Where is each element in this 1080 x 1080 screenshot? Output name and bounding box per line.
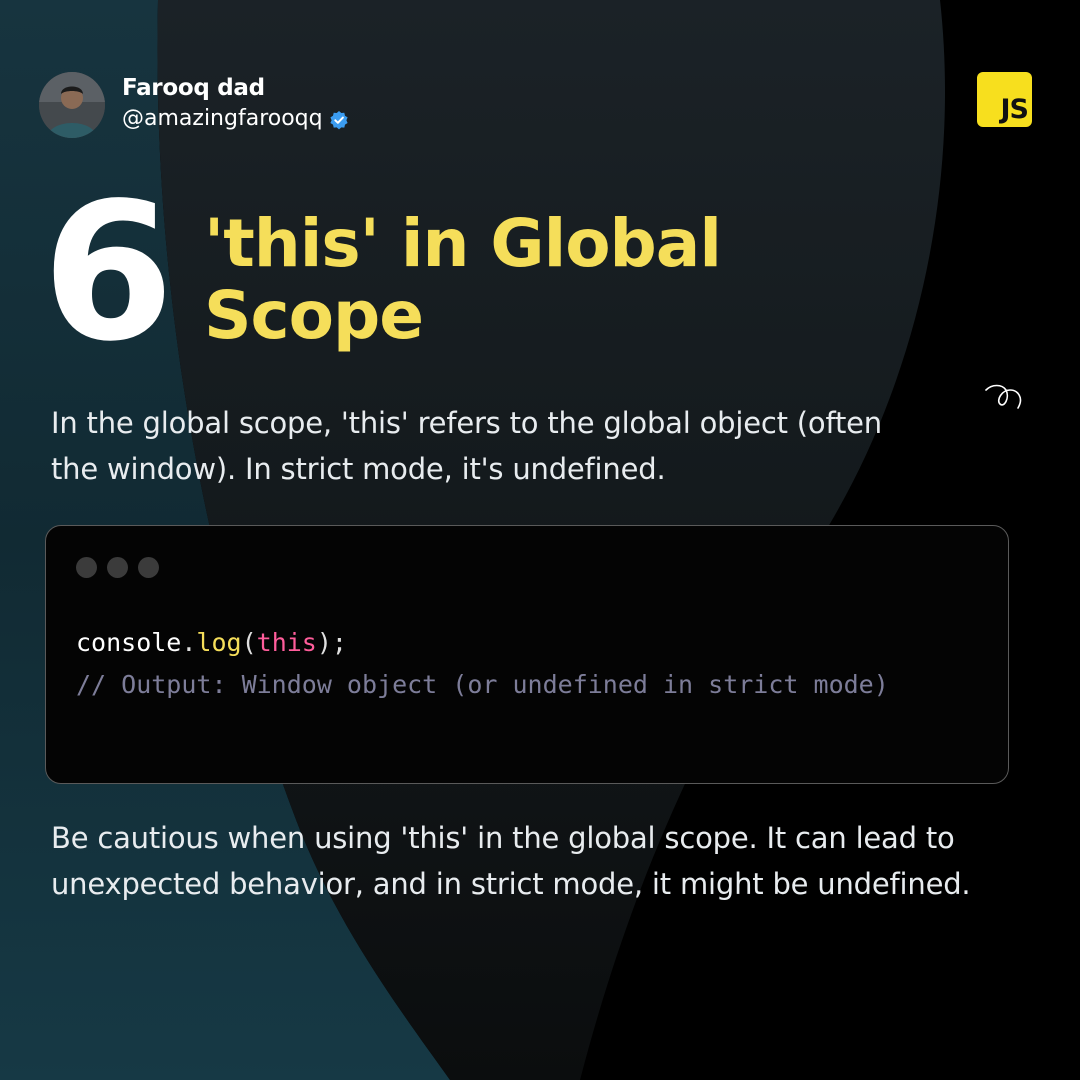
code-dot: .	[181, 628, 197, 657]
js-logo: JS	[977, 72, 1032, 127]
author-avatar[interactable]	[39, 72, 105, 138]
code-object: console	[76, 628, 182, 657]
handle-text: @amazingfarooqq	[122, 106, 323, 131]
swirl-doodle-icon	[985, 384, 1022, 409]
caution-paragraph: Be cautious when using 'this' in the glo…	[51, 821, 971, 901]
js-logo-label: JS	[1000, 94, 1029, 125]
window-controls	[76, 557, 159, 578]
code-comment: // Output: Window object (or undefined i…	[76, 670, 889, 699]
intro-paragraph: In the global scope, 'this' refers to th…	[51, 406, 882, 486]
code-method: log	[196, 628, 242, 657]
code-close-paren: );	[316, 628, 347, 657]
step-number: 6	[42, 162, 174, 383]
code-open-paren: (	[241, 628, 257, 657]
author-handle: @amazingfarooqq	[122, 106, 349, 131]
verified-badge-icon	[330, 111, 348, 130]
profile-photo	[39, 72, 105, 138]
window-dot-close	[76, 557, 97, 578]
code-keyword-this: this	[256, 628, 317, 657]
page-title: 'this' in Global Scope	[204, 205, 722, 354]
code-block: console.log(this); // Output: Window obj…	[76, 622, 976, 706]
window-dot-minimize	[107, 557, 128, 578]
author-name: Farooq dad	[122, 75, 265, 101]
window-dot-maximize	[138, 557, 159, 578]
code-snippet-window: console.log(this); // Output: Window obj…	[45, 525, 1009, 784]
